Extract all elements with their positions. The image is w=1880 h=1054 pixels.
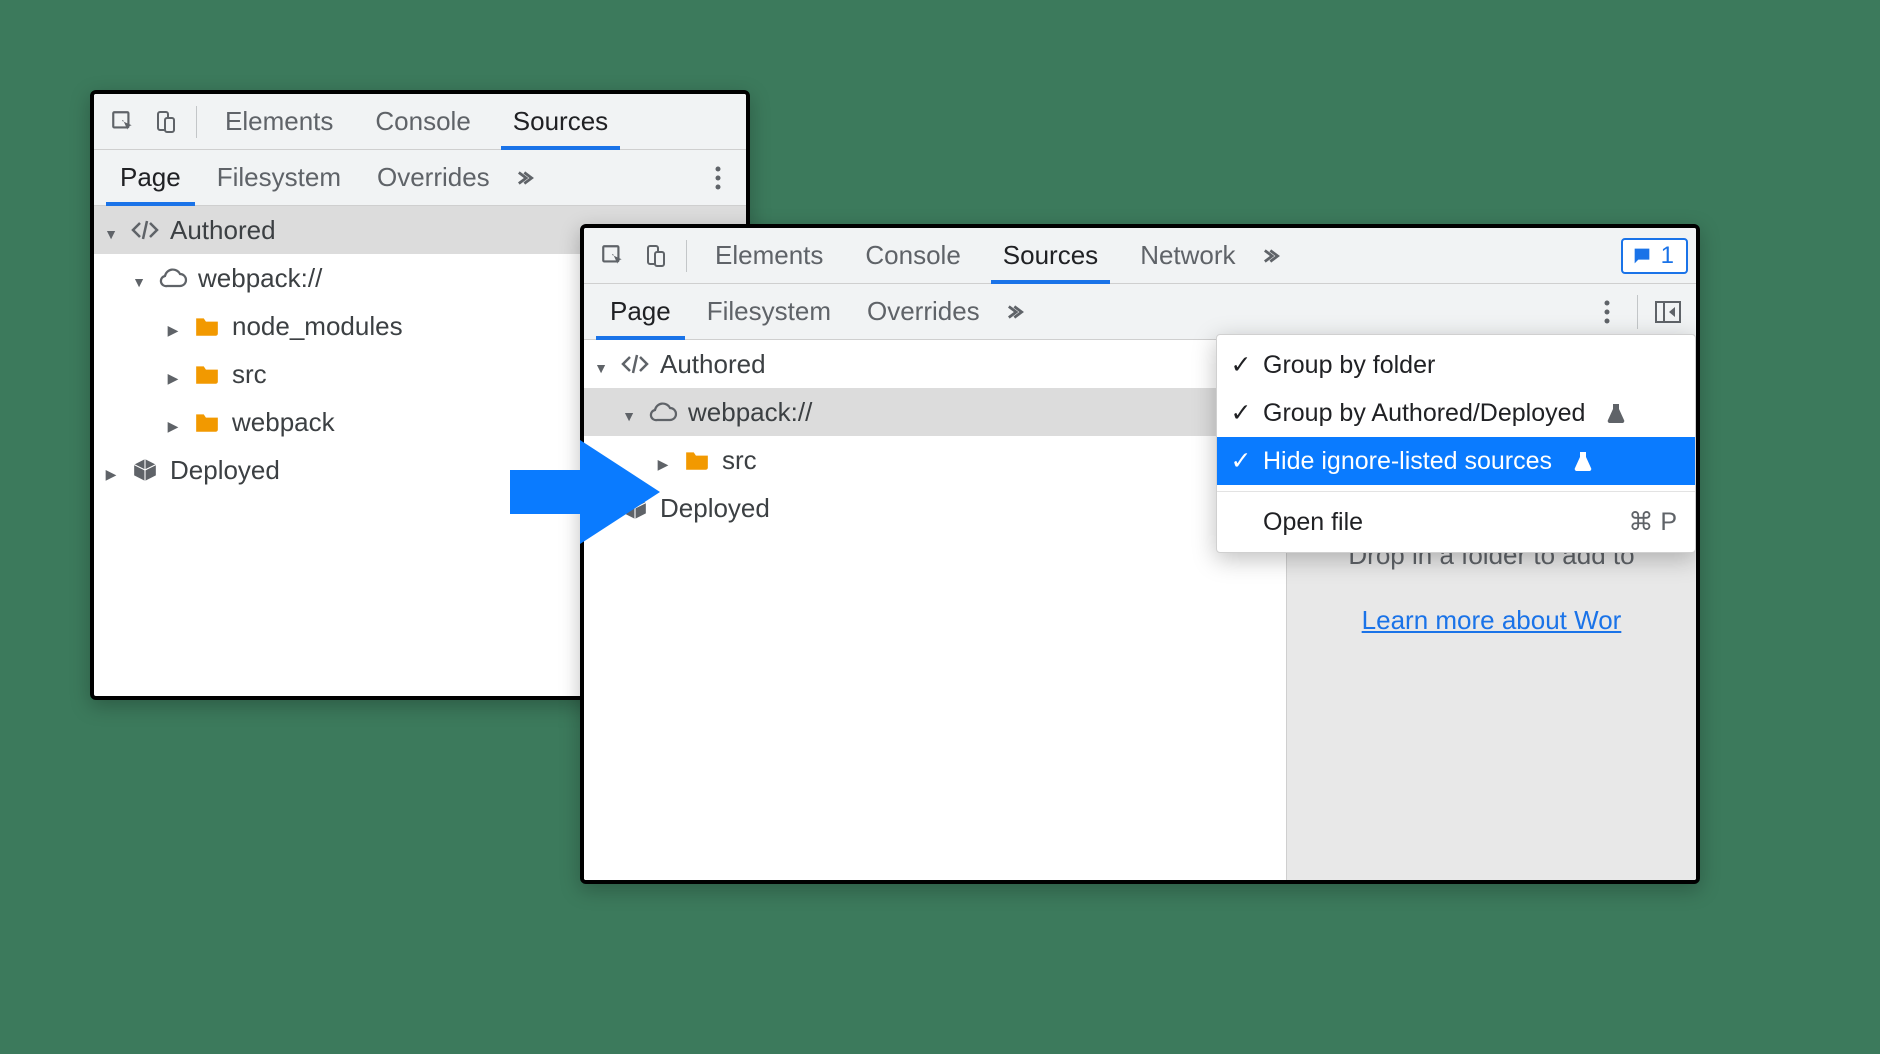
context-menu: ✓ Group by folder ✓ Group by Authored/De… <box>1216 334 1696 553</box>
tree-label: webpack:// <box>688 397 812 428</box>
sources-subtabs-bar: Page Filesystem Overrides <box>584 284 1696 340</box>
code-icon <box>620 349 650 379</box>
tree-label: Deployed <box>660 493 770 524</box>
menu-label: Group by folder <box>1263 351 1435 380</box>
inspect-icon[interactable] <box>102 101 144 143</box>
menu-separator <box>1217 491 1695 492</box>
check-icon: ✓ <box>1229 350 1253 380</box>
device-toolbar-icon[interactable] <box>634 235 676 277</box>
subtab-overrides[interactable]: Overrides <box>849 284 998 339</box>
expand-toggle-icon[interactable] <box>164 359 182 390</box>
main-toolbar: Elements Console Sources Network 1 <box>584 228 1696 284</box>
tree-node-deployed[interactable]: Deployed <box>584 484 1286 532</box>
cloud-icon <box>158 263 188 293</box>
tree-label: webpack <box>232 407 335 438</box>
issues-badge[interactable]: 1 <box>1621 238 1688 274</box>
tab-elements[interactable]: Elements <box>207 94 351 149</box>
separator <box>196 106 197 138</box>
tree-label: src <box>722 445 757 476</box>
folder-icon <box>192 359 222 389</box>
deployed-icon <box>130 455 160 485</box>
tab-sources[interactable]: Sources <box>985 228 1116 283</box>
menu-hide-ignore-listed[interactable]: ✓ Hide ignore-listed sources <box>1217 437 1695 485</box>
subtab-overrides[interactable]: Overrides <box>359 150 508 205</box>
transition-arrow-icon <box>500 432 670 552</box>
cloud-icon <box>648 397 678 427</box>
subtab-page[interactable]: Page <box>592 284 689 339</box>
toggle-navigator-icon[interactable] <box>1648 292 1688 332</box>
main-tabs: Elements Console Sources Network <box>697 228 1254 283</box>
subtab-page[interactable]: Page <box>102 150 199 205</box>
separator <box>1637 295 1638 329</box>
expand-toggle-icon[interactable] <box>620 397 638 428</box>
menu-label: Open file <box>1263 508 1363 537</box>
tab-network[interactable]: Network <box>1122 228 1253 283</box>
kebab-menu-icon[interactable] <box>698 158 738 198</box>
tree-node-webpack[interactable]: webpack:// <box>584 388 1286 436</box>
tab-console[interactable]: Console <box>357 94 488 149</box>
folder-icon <box>192 407 222 437</box>
tab-elements[interactable]: Elements <box>697 228 841 283</box>
tree-label: Authored <box>660 349 766 380</box>
learn-more-link[interactable]: Learn more about Wor <box>1362 605 1622 635</box>
tab-console[interactable]: Console <box>847 228 978 283</box>
subtab-filesystem[interactable]: Filesystem <box>689 284 849 339</box>
expand-toggle-icon[interactable] <box>102 455 120 486</box>
experiment-icon <box>1601 398 1631 428</box>
tree-label: Deployed <box>170 455 280 486</box>
devtools-panel-after: Elements Console Sources Network 1 Page … <box>580 224 1700 884</box>
more-tabs-icon[interactable] <box>508 158 548 198</box>
separator <box>686 240 687 272</box>
tree-label: node_modules <box>232 311 403 342</box>
folder-icon <box>682 445 712 475</box>
expand-toggle-icon[interactable] <box>102 215 120 246</box>
main-toolbar: Elements Console Sources <box>94 94 746 150</box>
tree-label: webpack:// <box>198 263 322 294</box>
kebab-menu-icon[interactable] <box>1587 292 1627 332</box>
expand-toggle-icon[interactable] <box>164 407 182 438</box>
tab-sources[interactable]: Sources <box>495 94 626 149</box>
check-icon: ✓ <box>1229 446 1253 476</box>
expand-toggle-icon[interactable] <box>164 311 182 342</box>
code-icon <box>130 215 160 245</box>
tree-label: src <box>232 359 267 390</box>
tree-node-authored[interactable]: Authored <box>584 340 1286 388</box>
experiment-icon <box>1568 446 1598 476</box>
expand-toggle-icon[interactable] <box>592 349 610 380</box>
check-icon: ✓ <box>1229 398 1253 428</box>
more-tabs-icon[interactable] <box>1254 236 1294 276</box>
device-toolbar-icon[interactable] <box>144 101 186 143</box>
folder-icon <box>192 311 222 341</box>
main-tabs: Elements Console Sources <box>207 94 626 149</box>
menu-label: Hide ignore-listed sources <box>1263 447 1552 476</box>
menu-shortcut: ⌘ P <box>1628 507 1677 537</box>
tree-node-src[interactable]: src <box>584 436 1286 484</box>
more-tabs-icon[interactable] <box>998 292 1038 332</box>
menu-label: Group by Authored/Deployed <box>1263 399 1585 428</box>
inspect-icon[interactable] <box>592 235 634 277</box>
issues-count: 1 <box>1661 242 1674 270</box>
menu-group-by-folder[interactable]: ✓ Group by folder <box>1217 341 1695 389</box>
tree-label: Authored <box>170 215 276 246</box>
expand-toggle-icon[interactable] <box>130 263 148 294</box>
menu-group-by-authored-deployed[interactable]: ✓ Group by Authored/Deployed <box>1217 389 1695 437</box>
menu-open-file[interactable]: Open file ⌘ P <box>1217 498 1695 546</box>
sources-subtabs-bar: Page Filesystem Overrides <box>94 150 746 206</box>
file-tree: Authored webpack:// src Deployed <box>584 340 1286 880</box>
subtab-filesystem[interactable]: Filesystem <box>199 150 359 205</box>
